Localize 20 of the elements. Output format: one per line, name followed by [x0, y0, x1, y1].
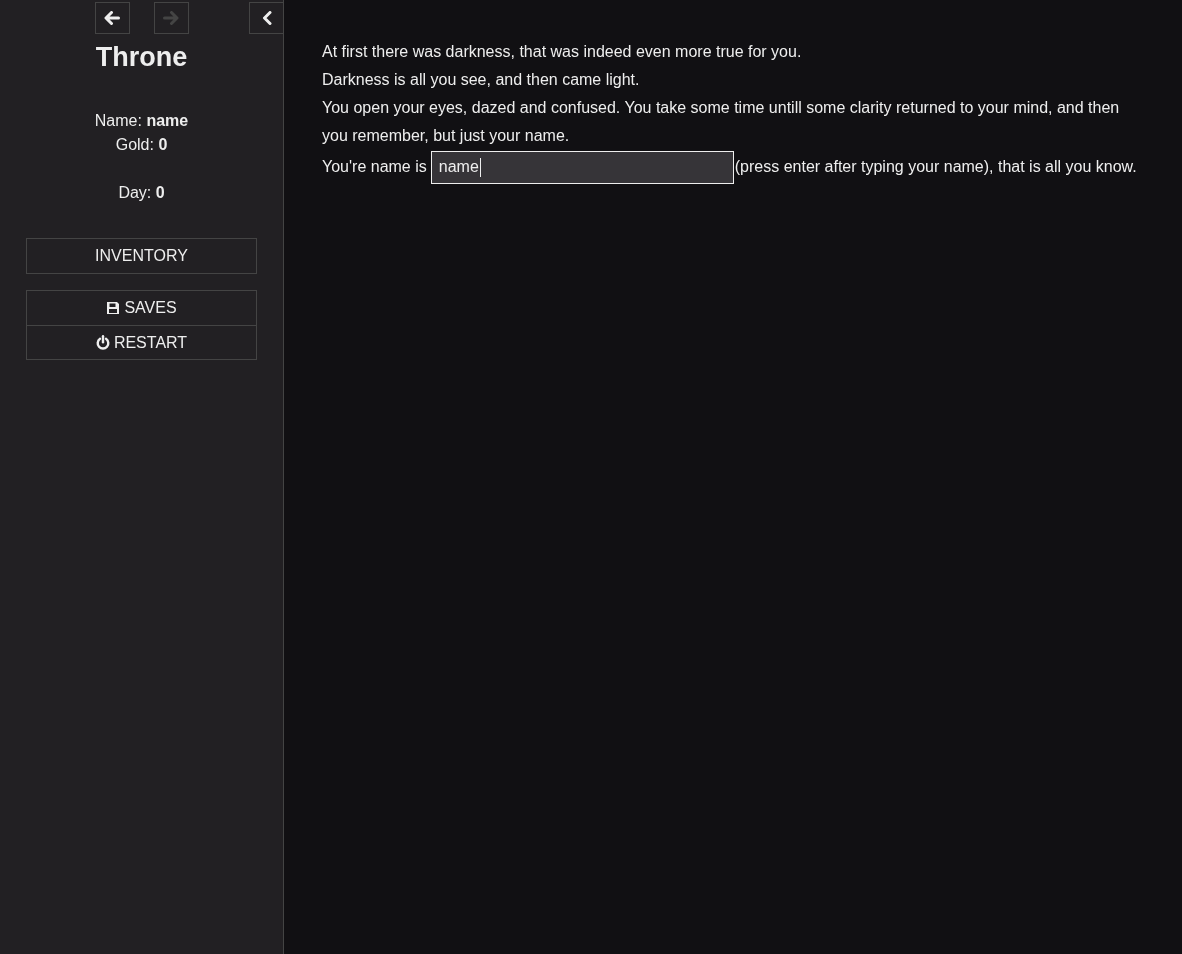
story-title: Throne — [94, 41, 189, 73]
menu-button[interactable]: INVENTORY — [27, 239, 256, 273]
menu-button[interactable]: SAVES — [27, 291, 256, 325]
name-input-field[interactable]: name — [430, 150, 734, 184]
arrow-left-icon — [104, 11, 120, 25]
story-text: Darkness is all you see, and then came light. — [322, 70, 641, 90]
collapse-button[interactable] — [249, 2, 283, 34]
stat-text: Name: name — [94, 111, 189, 131]
story-text: You open your eyes, dazed and confused. You take some time untill some clarity returned to your mind, and then you remember, but just your name. — [322, 98, 1121, 146]
chevron-left-icon — [261, 11, 272, 25]
power-icon — [95, 335, 110, 350]
text-cursor-icon — [479, 157, 481, 177]
story-text: (press enter after typing your name), that is all you know. — [734, 157, 1137, 177]
stat-text: Day: 0 — [118, 183, 165, 203]
menu-button[interactable]: RESTART — [27, 325, 256, 359]
story-text: At first there was darkness, that was indeed even more true for you. — [322, 42, 803, 62]
story-text: You're name is — [322, 157, 427, 177]
back-button[interactable] — [94, 2, 130, 34]
stat-text: Gold: 0 — [115, 135, 168, 155]
arrow-right-icon — [163, 11, 179, 25]
